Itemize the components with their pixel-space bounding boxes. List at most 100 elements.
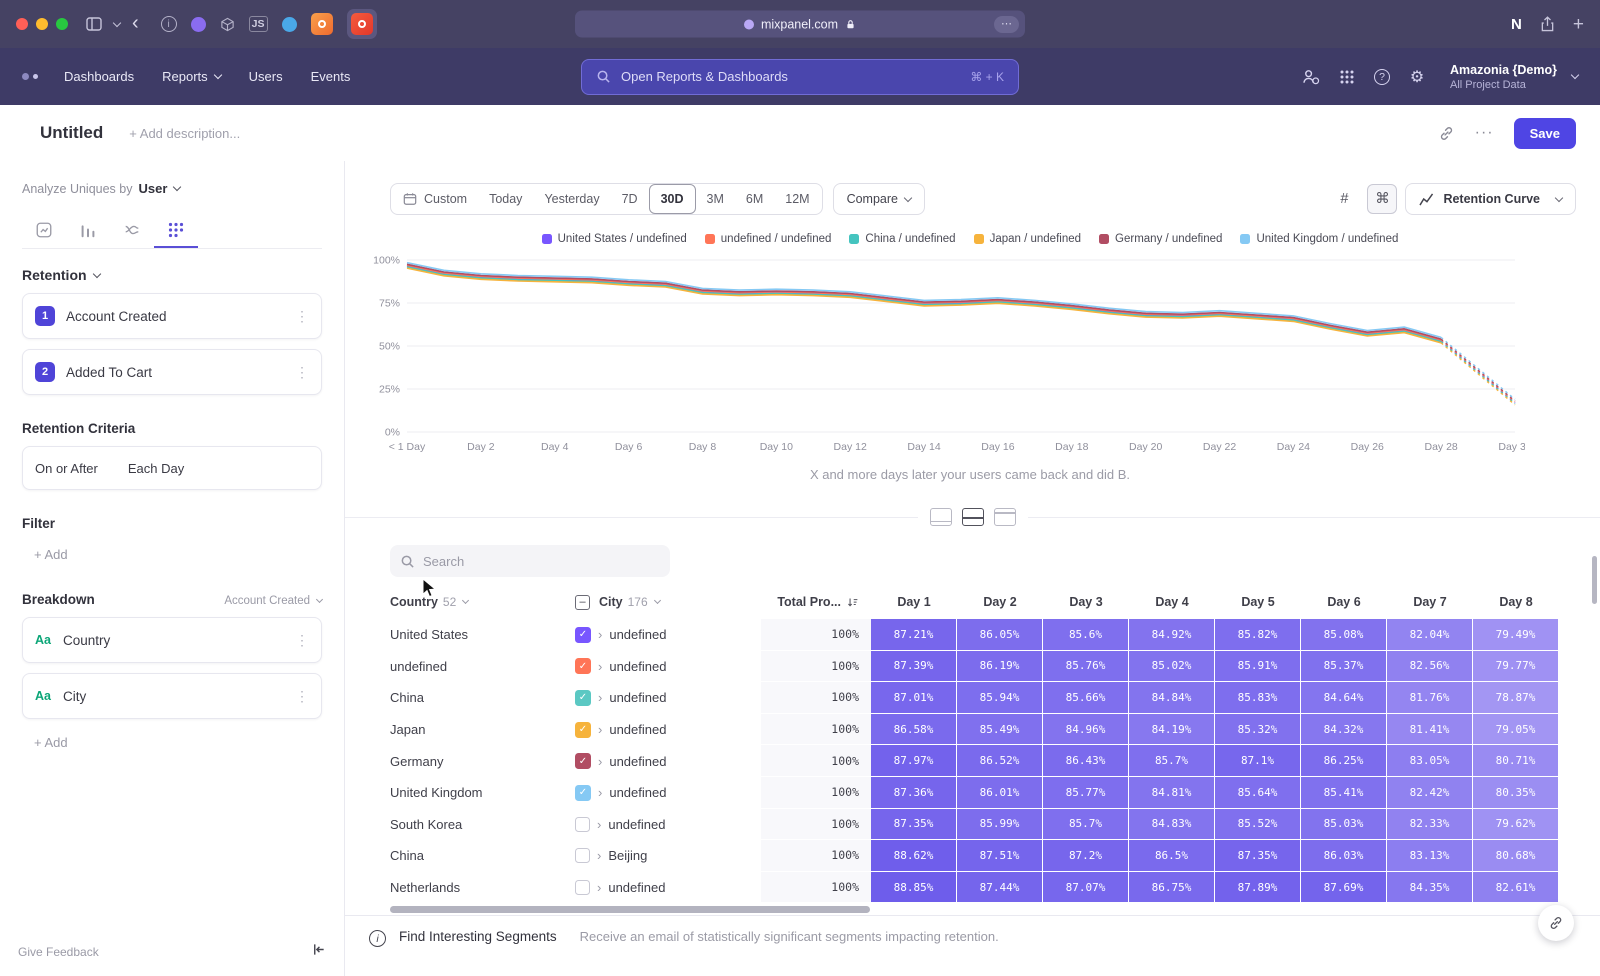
expand-row-chevron[interactable]: › <box>598 754 602 769</box>
zoom-window-button[interactable] <box>56 18 68 30</box>
date-range-30d[interactable]: 30D <box>649 184 696 214</box>
retention-step-1[interactable]: 1 Account Created ⋮ <box>22 293 322 339</box>
expand-row-chevron[interactable]: › <box>597 817 601 832</box>
date-range-today[interactable]: Today <box>478 184 533 214</box>
table-search[interactable] <box>390 545 670 577</box>
retention-value-cell[interactable]: 87.97% <box>871 745 957 777</box>
report-title[interactable]: Untitled <box>40 123 103 143</box>
column-header-day[interactable]: Day 1 <box>871 595 957 609</box>
apps-grid-icon[interactable] <box>1337 67 1357 87</box>
chevron-down-icon[interactable] <box>114 20 120 28</box>
chart-only-layout-icon[interactable] <box>930 508 952 526</box>
retention-value-cell[interactable]: 84.64% <box>1301 682 1387 714</box>
retention-value-cell[interactable]: 83.05% <box>1387 745 1473 777</box>
expand-row-chevron[interactable]: › <box>597 880 601 895</box>
retention-value-cell[interactable]: 78.87% <box>1473 682 1559 714</box>
retention-section-toggle[interactable]: Retention <box>22 267 322 283</box>
retention-value-cell[interactable]: 82.56% <box>1387 651 1473 683</box>
retention-value-cell[interactable]: 87.69% <box>1301 872 1387 904</box>
nav-reports[interactable]: Reports <box>162 69 221 84</box>
retention-value-cell[interactable]: 86.52% <box>957 745 1043 777</box>
horizontal-scrollbar[interactable] <box>390 906 870 913</box>
expand-row-chevron[interactable]: › <box>598 659 602 674</box>
retention-value-cell[interactable]: 85.03% <box>1301 809 1387 841</box>
copy-link-icon[interactable] <box>1438 125 1455 142</box>
retention-value-cell[interactable]: 85.6% <box>1043 619 1129 651</box>
kebab-menu-icon[interactable]: ⋮ <box>295 308 309 325</box>
date-range-12m[interactable]: 12M <box>774 184 820 214</box>
kebab-menu-icon[interactable]: ⋮ <box>295 688 309 705</box>
new-tab-button[interactable]: + <box>1573 15 1584 34</box>
column-header-day[interactable]: Day 5 <box>1215 595 1301 609</box>
retention-value-cell[interactable]: 85.66% <box>1043 682 1129 714</box>
retention-value-cell[interactable]: 86.19% <box>957 651 1043 683</box>
retention-value-cell[interactable]: 87.89% <box>1215 872 1301 904</box>
retention-value-cell[interactable]: 84.83% <box>1129 809 1215 841</box>
retention-value-cell[interactable]: 87.35% <box>1215 840 1301 872</box>
retention-value-cell[interactable]: 87.2% <box>1043 840 1129 872</box>
tab-purple-icon[interactable] <box>191 17 206 32</box>
column-header-day[interactable]: Day 6 <box>1301 595 1387 609</box>
segments-title[interactable]: Find Interesting Segments <box>399 929 557 944</box>
shortcut-toggle[interactable]: ⌘ <box>1367 184 1397 214</box>
row-checkbox[interactable] <box>575 848 590 863</box>
nav-events[interactable]: Events <box>311 69 351 84</box>
gear-icon[interactable]: ⚙ <box>1407 67 1427 87</box>
retention-value-cell[interactable]: 86.5% <box>1129 840 1215 872</box>
tab-funnels-icon[interactable] <box>66 212 110 248</box>
legend-item[interactable]: China / undefined <box>849 233 955 245</box>
retention-value-cell[interactable]: 88.62% <box>871 840 957 872</box>
analyze-entity-select[interactable]: User <box>132 181 180 196</box>
retention-value-cell[interactable]: 80.35% <box>1473 777 1559 809</box>
retention-criteria-card[interactable]: On or After Each Day <box>22 446 322 490</box>
url-bar[interactable]: mixpanel.com ⋯ <box>575 11 1025 38</box>
retention-value-cell[interactable]: 84.19% <box>1129 714 1215 746</box>
share-link-floating-button[interactable] <box>1538 905 1574 941</box>
retention-value-cell[interactable]: 84.81% <box>1129 777 1215 809</box>
expand-row-chevron[interactable]: › <box>598 785 602 800</box>
breakdown-country[interactable]: Aa Country ⋮ <box>22 617 322 663</box>
retention-value-cell[interactable]: 85.82% <box>1215 619 1301 651</box>
legend-item[interactable]: Germany / undefined <box>1099 233 1222 245</box>
active-tab[interactable] <box>347 9 377 39</box>
column-header-day[interactable]: Day 7 <box>1387 595 1473 609</box>
retention-value-cell[interactable]: 82.04% <box>1387 619 1473 651</box>
expand-row-chevron[interactable]: › <box>598 722 602 737</box>
collapse-sidebar-icon[interactable] <box>311 942 326 962</box>
retention-value-cell[interactable]: 83.13% <box>1387 840 1473 872</box>
tab-js-icon[interactable]: JS <box>249 16 268 32</box>
column-header-day[interactable]: Day 2 <box>957 595 1043 609</box>
breakdown-city[interactable]: Aa City ⋮ <box>22 673 322 719</box>
retention-value-cell[interactable]: 85.77% <box>1043 777 1129 809</box>
give-feedback-link[interactable]: Give Feedback <box>18 945 99 959</box>
vertical-scrollbar[interactable] <box>1592 556 1597 604</box>
tab-cube-icon[interactable] <box>220 17 235 32</box>
chart-type-select[interactable]: Retention Curve <box>1405 183 1576 215</box>
tab-info-icon[interactable]: i <box>161 16 177 32</box>
row-checkbox[interactable]: ✓ <box>575 658 591 674</box>
expand-row-chevron[interactable]: › <box>598 627 602 642</box>
split-layout-icon[interactable] <box>962 508 984 526</box>
retention-value-cell[interactable]: 84.96% <box>1043 714 1129 746</box>
tab-retention-icon[interactable] <box>154 212 198 248</box>
retention-value-cell[interactable]: 85.99% <box>957 809 1043 841</box>
retention-value-cell[interactable]: 86.01% <box>957 777 1043 809</box>
retention-value-cell[interactable]: 86.25% <box>1301 745 1387 777</box>
retention-value-cell[interactable]: 80.71% <box>1473 745 1559 777</box>
row-checkbox[interactable]: ✓ <box>575 690 591 706</box>
date-range-custom[interactable]: Custom <box>392 184 478 214</box>
retention-value-cell[interactable]: 82.33% <box>1387 809 1473 841</box>
retention-value-cell[interactable]: 79.05% <box>1473 714 1559 746</box>
row-checkbox[interactable] <box>575 880 590 895</box>
retention-curve-chart[interactable]: 0%25%50%75%100%< 1 DayDay 2Day 4Day 6Day… <box>365 253 1525 458</box>
retention-value-cell[interactable]: 87.51% <box>957 840 1043 872</box>
kebab-menu-icon[interactable]: ⋮ <box>295 632 309 649</box>
retention-value-cell[interactable]: 85.7% <box>1043 809 1129 841</box>
retention-value-cell[interactable]: 84.32% <box>1301 714 1387 746</box>
retention-value-cell[interactable]: 87.44% <box>957 872 1043 904</box>
sidebar-toggle-icon[interactable] <box>86 17 102 31</box>
row-checkbox[interactable]: ✓ <box>575 627 591 643</box>
tab-blue-icon[interactable] <box>282 17 297 32</box>
column-header-day[interactable]: Day 8 <box>1473 595 1559 609</box>
tab-orange-app-icon[interactable] <box>311 13 333 35</box>
